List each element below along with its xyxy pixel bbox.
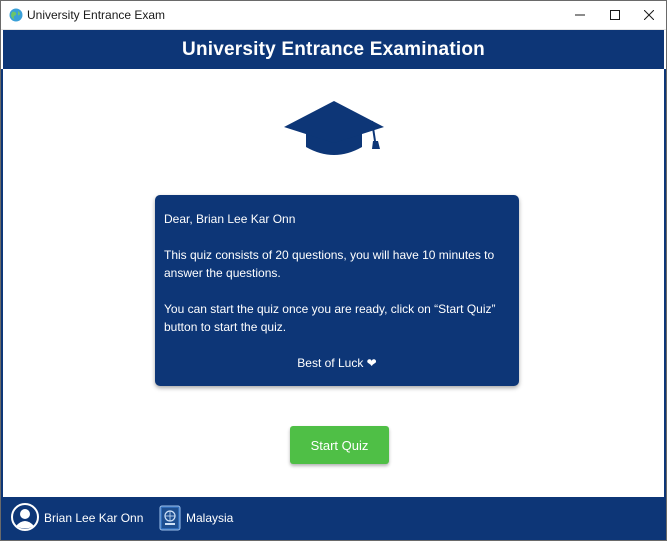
title-bar: University Entrance Exam	[1, 1, 666, 30]
footer-bar: Brian Lee Kar Onn Malaysia	[1, 497, 666, 540]
close-icon	[644, 10, 654, 20]
country-name: Malaysia	[186, 511, 234, 525]
maximize-button[interactable]	[598, 1, 632, 29]
start-quiz-button[interactable]: Start Quiz	[290, 426, 389, 464]
greeting-text: Dear, Brian Lee Kar Onn	[164, 212, 296, 226]
header-banner: University Entrance Examination	[3, 30, 664, 69]
window-title: University Entrance Exam	[27, 8, 166, 22]
user-name: Brian Lee Kar Onn	[44, 511, 144, 525]
close-button[interactable]	[632, 1, 666, 29]
page-title: University Entrance Examination	[182, 38, 485, 60]
maximize-icon	[610, 10, 620, 20]
closing-text: Best of Luck ❤	[297, 356, 377, 370]
user-avatar-icon	[11, 503, 39, 531]
globe-icon	[9, 8, 23, 22]
start-instructions-text: You can start the quiz once you are read…	[164, 302, 496, 334]
quiz-info-text: This quiz consists of 20 questions, you …	[164, 248, 495, 280]
graduation-cap-icon	[284, 101, 384, 155]
instructions-card: Dear, Brian Lee Kar Onn This quiz consis…	[155, 195, 519, 386]
app-window: University Entrance Exam University Entr…	[0, 0, 667, 541]
minimize-button[interactable]	[563, 1, 597, 29]
passport-icon	[159, 505, 181, 531]
minimize-icon	[575, 14, 585, 16]
